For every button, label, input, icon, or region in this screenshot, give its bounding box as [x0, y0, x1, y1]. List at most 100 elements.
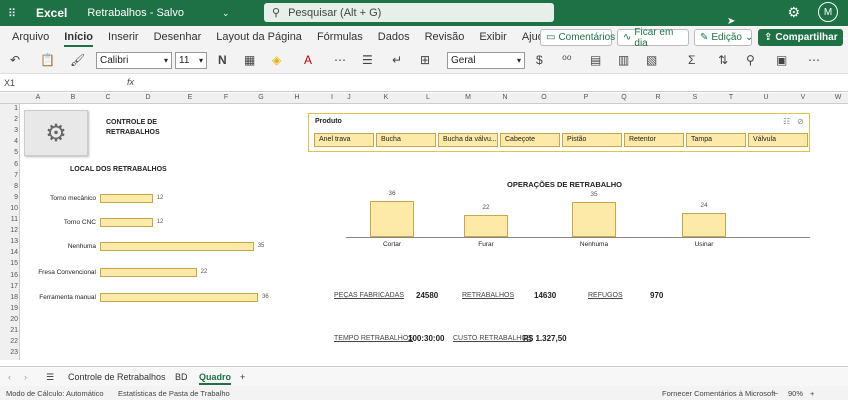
- merge-icon[interactable]: ⊞: [420, 53, 430, 67]
- feedback-link[interactable]: Fornecer Comentários à Microsoft: [662, 389, 775, 398]
- tab-dados[interactable]: Dados: [378, 26, 410, 48]
- share-button[interactable]: ⇪ Compartilhar ⌄: [758, 29, 848, 46]
- row-header-10[interactable]: 10: [0, 205, 18, 212]
- zoom-level[interactable]: 90%: [788, 389, 803, 398]
- column-header-j[interactable]: J: [339, 94, 359, 101]
- slicer-item[interactable]: Anel trava: [314, 133, 374, 147]
- row-header-22[interactable]: 22: [0, 338, 18, 345]
- calc-mode[interactable]: Modo de Cálculo: Automático: [6, 389, 104, 398]
- row-header-15[interactable]: 15: [0, 260, 18, 267]
- decimal-icon[interactable]: ⁰⁰: [562, 53, 572, 67]
- conditional-format-icon[interactable]: ▤: [590, 53, 601, 67]
- multi-select-icon[interactable]: ☷: [783, 117, 790, 126]
- font-family-select[interactable]: Calibri ▾: [96, 52, 172, 69]
- prev-sheet-icon[interactable]: ‹: [8, 372, 11, 382]
- sheet-tab-controle[interactable]: Controle de Retrabalhos: [68, 372, 166, 382]
- ops-bar[interactable]: [682, 213, 726, 237]
- slicer-item[interactable]: Bucha: [376, 133, 436, 147]
- row-header-4[interactable]: 4: [0, 138, 18, 145]
- search-box[interactable]: ⚲ Pesquisar (Alt + G): [264, 3, 554, 22]
- column-header-s[interactable]: S: [685, 94, 705, 101]
- row-header-17[interactable]: 17: [0, 283, 18, 290]
- slicer-item[interactable]: Válvula: [748, 133, 808, 147]
- row-header-3[interactable]: 3: [0, 127, 18, 134]
- column-header-c[interactable]: C: [98, 94, 118, 101]
- chevron-down-icon[interactable]: ⌄: [222, 8, 230, 19]
- bold-icon[interactable]: N: [218, 53, 227, 67]
- tab-formulas[interactable]: Fórmulas: [317, 26, 363, 48]
- tab-exibir[interactable]: Exibir: [479, 26, 507, 48]
- column-header-g[interactable]: G: [251, 94, 271, 101]
- find-icon[interactable]: ⚲: [746, 53, 755, 67]
- zoom-out-icon[interactable]: −: [774, 389, 778, 398]
- column-header-e[interactable]: E: [180, 94, 200, 101]
- column-header-n[interactable]: N: [495, 94, 515, 101]
- sheet-tab-bd[interactable]: BD: [175, 372, 188, 382]
- row-header-20[interactable]: 20: [0, 316, 18, 323]
- row-header-7[interactable]: 7: [0, 172, 18, 179]
- column-header-b[interactable]: B: [63, 94, 83, 101]
- local-bar[interactable]: [100, 194, 153, 203]
- tab-arquivo[interactable]: Arquivo: [12, 26, 49, 48]
- addins-icon[interactable]: ▣: [776, 53, 787, 67]
- row-header-19[interactable]: 19: [0, 305, 18, 312]
- ops-bar[interactable]: [464, 215, 508, 237]
- name-box[interactable]: X1: [4, 78, 15, 88]
- column-header-a[interactable]: A: [28, 94, 48, 101]
- column-header-t[interactable]: T: [721, 94, 741, 101]
- row-header-6[interactable]: 6: [0, 161, 18, 168]
- slicer-item[interactable]: Bucha da válvu...: [438, 133, 498, 147]
- slicer-item[interactable]: Tampa: [686, 133, 746, 147]
- sheet-tab-quadro[interactable]: Quadro: [199, 372, 232, 385]
- column-header-o[interactable]: O: [534, 94, 554, 101]
- local-bar[interactable]: [100, 293, 259, 302]
- clear-filter-icon[interactable]: ⊘: [797, 117, 804, 126]
- more-options-icon[interactable]: ⋯: [808, 53, 820, 67]
- slicer-item[interactable]: Cabeçote: [500, 133, 560, 147]
- slicer-item[interactable]: Pistão: [562, 133, 622, 147]
- ops-bar[interactable]: [370, 201, 414, 237]
- undo-icon[interactable]: ↶: [10, 53, 20, 67]
- column-header-v[interactable]: V: [793, 94, 813, 101]
- borders-icon[interactable]: ▦: [244, 53, 255, 67]
- document-title[interactable]: Retrabalhos - Salvo: [87, 7, 184, 19]
- paste-icon[interactable]: 📋: [40, 53, 55, 67]
- cell-styles-icon[interactable]: ▧: [646, 53, 657, 67]
- font-size-select[interactable]: 11 ▾: [175, 52, 207, 69]
- slicer-item[interactable]: Retentor: [624, 133, 684, 147]
- table-format-icon[interactable]: ▥: [618, 53, 629, 67]
- row-header-5[interactable]: 5: [0, 149, 18, 156]
- format-painter-icon[interactable]: 🖌: [70, 53, 85, 67]
- row-header-1[interactable]: 1: [0, 105, 18, 112]
- column-header-q[interactable]: Q: [614, 94, 634, 101]
- font-color-icon[interactable]: A: [304, 53, 312, 67]
- tab-desenhar[interactable]: Desenhar: [154, 26, 202, 48]
- column-header-r[interactable]: R: [648, 94, 668, 101]
- number-format-select[interactable]: Geral ▾: [447, 52, 525, 69]
- row-header-12[interactable]: 12: [0, 227, 18, 234]
- column-header-k[interactable]: K: [376, 94, 396, 101]
- avatar[interactable]: M: [818, 2, 838, 22]
- tab-inserir[interactable]: Inserir: [108, 26, 139, 48]
- local-bar[interactable]: [100, 268, 197, 277]
- workbook-stats[interactable]: Estatísticas de Pasta de Trabalho: [118, 389, 230, 398]
- function-icon[interactable]: fx: [127, 77, 134, 87]
- column-header-f[interactable]: F: [216, 94, 236, 101]
- row-header-8[interactable]: 8: [0, 183, 18, 190]
- row-header-2[interactable]: 2: [0, 116, 18, 123]
- zoom-in-icon[interactable]: +: [810, 389, 814, 398]
- wrap-text-icon[interactable]: ↵: [392, 53, 402, 67]
- next-sheet-icon[interactable]: ›: [24, 372, 27, 382]
- column-header-d[interactable]: D: [138, 94, 158, 101]
- column-header-h[interactable]: H: [287, 94, 307, 101]
- column-header-m[interactable]: M: [458, 94, 478, 101]
- all-sheets-icon[interactable]: ☰: [46, 372, 54, 383]
- comments-button[interactable]: ▭ Comentários: [540, 29, 615, 46]
- product-slicer[interactable]: Produto ☷ ⊘ Anel trava Bucha Bucha da válv…: [308, 113, 810, 152]
- column-header-l[interactable]: L: [418, 94, 438, 101]
- gear-icon[interactable]: ⚙: [787, 4, 800, 21]
- sheet-area[interactable]: ⚙ CONTROLE DE RETRABALHOS LOCAL DOS RETR…: [20, 104, 848, 360]
- tab-inicio[interactable]: Início: [64, 26, 93, 48]
- local-bar[interactable]: [100, 218, 153, 227]
- column-header-u[interactable]: U: [756, 94, 776, 101]
